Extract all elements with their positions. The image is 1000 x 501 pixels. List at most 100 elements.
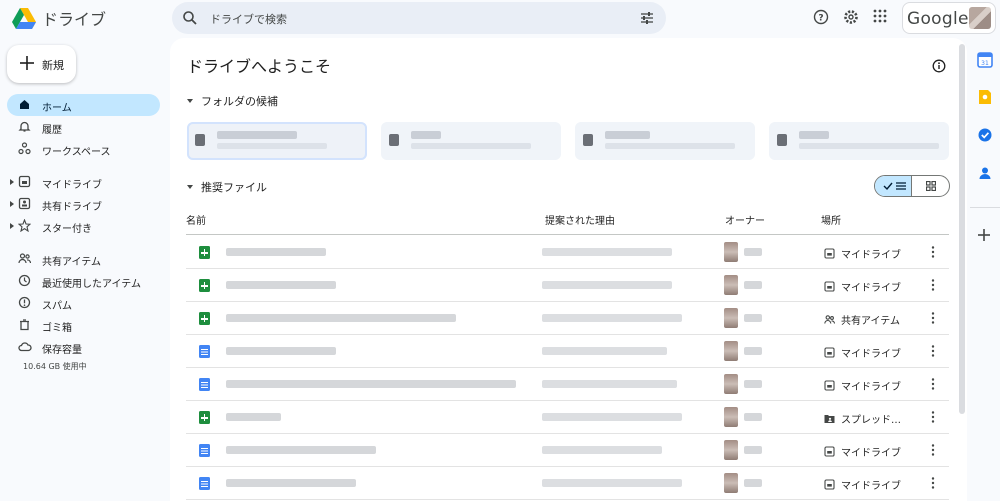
location-cell[interactable]: スプレッド… (824, 411, 901, 426)
expand-arrow-icon[interactable] (10, 179, 14, 185)
table-row[interactable]: マイドライブ (186, 269, 949, 302)
location-cell[interactable]: マイドライブ (824, 444, 901, 459)
suggested-files-header[interactable]: 推奨ファイル (187, 179, 267, 195)
location-cell[interactable]: マイドライブ (824, 477, 901, 492)
sidebar-item-storage[interactable]: 保存容量 (7, 336, 160, 358)
file-name-redacted[interactable] (226, 281, 336, 289)
location-cell[interactable]: マイドライブ (824, 279, 901, 294)
sidebar-item-my-drive[interactable]: マイドライブ (7, 171, 160, 193)
owner-name-redacted (744, 380, 762, 388)
more-options-icon[interactable] (930, 278, 936, 292)
sheets-file-icon (199, 279, 210, 292)
sidebar-item-home[interactable]: ホーム (7, 94, 160, 116)
trash-icon (20, 319, 29, 331)
file-name-redacted[interactable] (226, 380, 516, 388)
add-icon[interactable] (977, 228, 991, 242)
table-row[interactable]: マイドライブ (186, 368, 949, 401)
new-button[interactable]: 新規 (7, 45, 76, 83)
location-cell[interactable]: 共有アイテム (824, 312, 900, 327)
my-drive-icon (824, 281, 835, 292)
location-label: 共有アイテム (841, 316, 900, 327)
drive-logo[interactable]: ドライブ (12, 6, 106, 30)
file-name-redacted[interactable] (226, 479, 356, 487)
my-drive-icon (824, 347, 835, 358)
shared-drive-icon (18, 197, 31, 210)
search-options-icon[interactable] (640, 11, 654, 25)
table-row[interactable]: マイドライブ (186, 335, 949, 368)
more-options-icon[interactable] (930, 245, 936, 259)
owner-avatar (724, 440, 738, 460)
folder-card[interactable] (381, 122, 561, 160)
drive-logo-icon (12, 7, 36, 29)
column-header-name[interactable]: 名前 (186, 212, 206, 227)
my-drive-icon (824, 248, 835, 259)
folder-card[interactable] (769, 122, 949, 160)
search-bar[interactable]: ドライブで検索 (172, 2, 666, 34)
info-icon[interactable] (932, 59, 946, 73)
search-input[interactable]: ドライブで検索 (210, 11, 287, 27)
sidebar-item-shared-drives[interactable]: 共有ドライブ (7, 193, 160, 215)
file-name-redacted[interactable] (226, 413, 281, 421)
file-name-redacted[interactable] (226, 347, 336, 355)
sidebar-item-label: 共有ドライブ (42, 202, 102, 213)
new-button-label: 新規 (42, 59, 64, 72)
location-label: マイドライブ (841, 481, 901, 492)
scrollbar[interactable] (959, 44, 965, 414)
chevron-down-icon (187, 185, 193, 189)
google-wordmark: Google (907, 9, 969, 29)
table-row[interactable]: マイドライブ (186, 467, 949, 500)
more-options-icon[interactable] (930, 410, 936, 424)
location-cell[interactable]: マイドライブ (824, 246, 901, 261)
folder-card[interactable] (575, 122, 755, 160)
expand-arrow-icon[interactable] (10, 223, 14, 229)
sidebar-item-workspaces[interactable]: ワークスペース (7, 138, 160, 160)
more-options-icon[interactable] (930, 443, 936, 457)
sidebar-item-spam[interactable]: スパム (7, 292, 160, 314)
chevron-down-icon (187, 99, 193, 103)
sidebar-item-starred[interactable]: スター付き (7, 215, 160, 237)
suggested-folders-title: フォルダの候補 (201, 95, 278, 108)
table-row[interactable]: マイドライブ (186, 434, 949, 467)
more-options-icon[interactable] (930, 344, 936, 358)
table-row[interactable]: マイドライブ (186, 236, 949, 269)
owner-name-redacted (744, 248, 762, 256)
file-name-redacted[interactable] (226, 248, 326, 256)
settings-icon[interactable] (843, 9, 859, 25)
sidebar-item-recent[interactable]: 最近使用したアイテム (7, 270, 160, 292)
tasks-icon[interactable] (977, 127, 993, 143)
more-options-icon[interactable] (930, 377, 936, 391)
grid-view-button[interactable] (912, 176, 949, 196)
account-switcher[interactable]: Google (902, 2, 996, 34)
sidebar-item-activity[interactable]: 履歴 (7, 116, 160, 138)
keep-icon[interactable] (977, 89, 993, 105)
sidebar-item-trash[interactable]: ゴミ箱 (7, 314, 160, 336)
search-icon[interactable] (182, 10, 198, 26)
apps-grid-icon[interactable] (873, 9, 887, 23)
people-icon (18, 253, 31, 264)
my-drive-icon (824, 479, 835, 490)
cloud-icon (18, 342, 32, 352)
contacts-icon[interactable] (977, 165, 993, 181)
help-icon[interactable]: ? (813, 9, 829, 25)
list-view-button[interactable] (875, 176, 912, 196)
folder-card[interactable] (187, 122, 367, 160)
avatar[interactable] (969, 7, 991, 29)
reason-redacted (542, 446, 662, 454)
sheets-file-icon (199, 246, 210, 259)
location-cell[interactable]: マイドライブ (824, 378, 901, 393)
expand-arrow-icon[interactable] (10, 201, 14, 207)
table-row[interactable]: スプレッド… (186, 401, 949, 434)
sidebar-item-shared-with-me[interactable]: 共有アイテム (7, 248, 160, 270)
more-options-icon[interactable] (930, 311, 936, 325)
sidebar-item-label: 履歴 (42, 125, 62, 136)
file-name-redacted[interactable] (226, 314, 456, 322)
view-toggle[interactable] (874, 175, 950, 197)
location-cell[interactable]: マイドライブ (824, 345, 901, 360)
file-name-redacted[interactable] (226, 446, 376, 454)
more-options-icon[interactable] (930, 476, 936, 490)
checkmark-icon (883, 182, 893, 191)
calendar-icon[interactable]: 31 (977, 52, 993, 68)
table-row[interactable]: 共有アイテム (186, 302, 949, 335)
suggested-folders-header[interactable]: フォルダの候補 (187, 93, 278, 109)
my-drive-icon (824, 446, 835, 457)
